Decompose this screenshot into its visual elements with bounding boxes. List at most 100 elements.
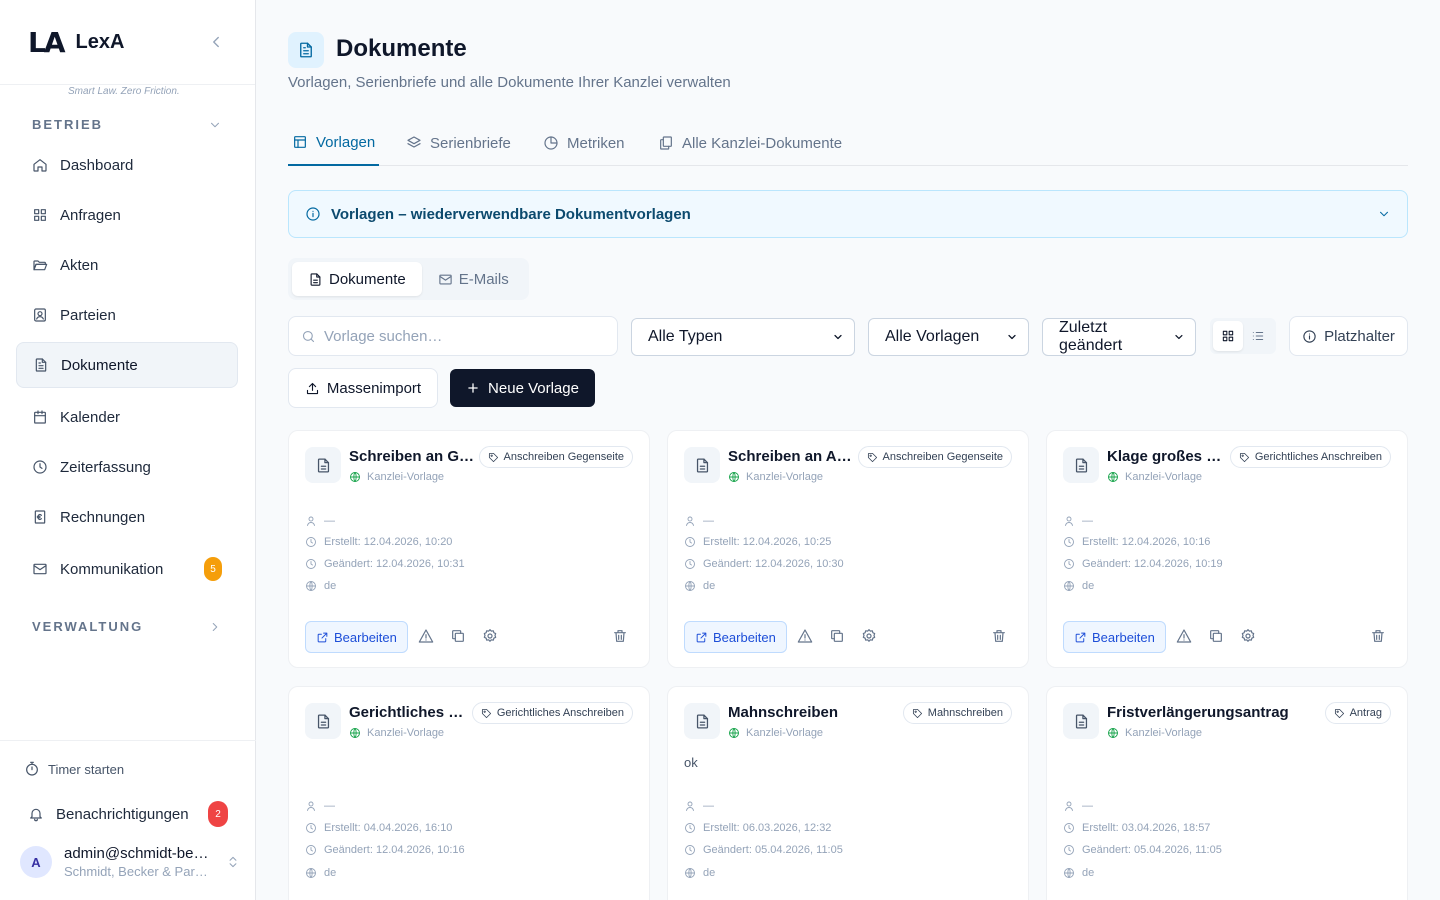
new-template-button[interactable]: Neue Vorlage <box>450 369 595 407</box>
search-input[interactable] <box>324 327 604 345</box>
tagline: Smart Law. Zero Friction. <box>68 86 180 97</box>
segment-dokumente[interactable]: Dokumente <box>292 262 422 296</box>
tab-alle-kanzlei-dokumente[interactable]: Alle Kanzlei-Dokumente <box>658 120 842 166</box>
section-betrieb[interactable]: BETRIEB <box>32 117 222 132</box>
placeholder-button[interactable]: Platzhalter <box>1289 316 1408 356</box>
warning-button[interactable] <box>797 628 815 646</box>
sidebar-item-kalender[interactable]: Kalender <box>16 394 238 440</box>
sidebar-item-dokumente[interactable]: Dokumente <box>16 342 238 388</box>
clock-icon <box>306 559 316 569</box>
file-text-icon <box>300 42 312 58</box>
settings-button[interactable] <box>1240 628 1258 646</box>
tag-icon <box>912 708 922 718</box>
timer-start-button[interactable]: Timer starten <box>24 761 124 777</box>
clock-icon <box>1064 537 1074 547</box>
globe-icon <box>729 472 739 482</box>
card-scope-label: Kanzlei-Vorlage <box>1125 727 1203 739</box>
clock-icon <box>1064 823 1074 833</box>
delete-button[interactable] <box>612 628 630 646</box>
template-card[interactable]: Schreiben an G… Anschreiben Gegenseite K… <box>288 430 650 668</box>
list-icon <box>1252 331 1264 341</box>
template-card[interactable]: Mahnschreiben Mahnschreiben Kanzlei-Vorl… <box>667 686 1029 900</box>
sort-select[interactable]: Zuletzt geändert <box>1042 318 1196 356</box>
file-text-icon <box>1075 713 1087 729</box>
delete-button[interactable] <box>991 628 1009 646</box>
user-icon <box>686 516 694 526</box>
card-title: Fristverlängerungsantrag <box>1107 704 1289 721</box>
card-changed: Geändert: 12.04.2026, 10:30 <box>684 558 844 570</box>
globe-icon <box>1064 581 1074 591</box>
template-card[interactable]: Gerichtliches … Gerichtliches Anschreibe… <box>288 686 650 900</box>
user-menu[interactable]: A admin@schmidt-becker.de Schmidt, Becke… <box>20 845 240 879</box>
clock-icon <box>685 537 695 547</box>
settings-button[interactable] <box>482 628 500 646</box>
tab-vorlagen[interactable]: Vorlagen <box>288 120 380 166</box>
warning-button[interactable] <box>1176 628 1194 646</box>
sidebar-item-label: Rechnungen <box>60 508 146 526</box>
edit-button[interactable]: Bearbeiten <box>305 621 408 653</box>
globe-icon <box>1108 472 1118 482</box>
sidebar-item-akten[interactable]: Akten <box>16 242 238 288</box>
template-card[interactable]: Schreiben an A… Anschreiben Gegenseite K… <box>667 430 1029 668</box>
grid-view-button[interactable] <box>1213 321 1243 351</box>
stopwatch-icon <box>26 761 38 776</box>
tab-metriken[interactable]: Metriken <box>543 120 625 166</box>
sidebar-item-rechnungen[interactable]: Rechnungen <box>16 494 238 540</box>
duplicate-button[interactable] <box>450 628 468 646</box>
timer-label: Timer starten <box>48 761 125 777</box>
warning-button[interactable] <box>418 628 436 646</box>
info-accordion[interactable]: Vorlagen – wiederverwendbare Dokumentvor… <box>288 190 1408 238</box>
sidebar-item-anfragen[interactable]: Anfragen <box>16 192 238 238</box>
duplicate-button[interactable] <box>1208 628 1226 646</box>
tab-serienbriefe[interactable]: Serienbriefe <box>406 120 511 166</box>
globe-icon <box>1108 728 1118 738</box>
card-created: Erstellt: 12.04.2026, 10:16 <box>1063 536 1210 548</box>
clock-icon <box>685 823 695 833</box>
user-icon <box>1065 516 1073 526</box>
section-verwaltung[interactable]: VERWALTUNG <box>32 619 222 634</box>
scope-select[interactable]: Alle Vorlagen <box>868 318 1029 356</box>
clock-icon <box>33 460 47 474</box>
sidebar-item-dashboard[interactable]: Dashboard <box>16 142 238 188</box>
card-created-label: Erstellt: 06.03.2026, 12:32 <box>703 822 832 834</box>
card-title: Klage großes … <box>1107 448 1222 465</box>
card-changed: Geändert: 05.04.2026, 11:05 <box>684 844 843 856</box>
category-tag-label: Gerichtliches Anschreiben <box>496 707 624 719</box>
sidebar-item-kommunikation[interactable]: Kommunikation 5 <box>16 546 238 592</box>
edit-button[interactable]: Bearbeiten <box>684 621 787 653</box>
card-changed: Geändert: 12.04.2026, 10:31 <box>305 558 465 570</box>
scope-select-value: Alle Vorlagen <box>885 328 980 345</box>
duplicate-button[interactable] <box>829 628 847 646</box>
delete-button[interactable] <box>1370 628 1388 646</box>
warning-icon <box>418 629 434 643</box>
card-language: de <box>1063 580 1094 592</box>
edit-button-label: Bearbeiten <box>334 629 397 645</box>
edit-button[interactable]: Bearbeiten <box>1063 621 1166 653</box>
list-view-button[interactable] <box>1243 321 1273 351</box>
tab-label: Metriken <box>567 134 625 152</box>
type-select[interactable]: Alle Typen <box>631 318 855 356</box>
mail-icon <box>33 563 47 575</box>
card-changed-label: Geändert: 12.04.2026, 10:31 <box>324 558 465 570</box>
avatar: A <box>20 846 52 878</box>
category-tag-label: Mahnschreiben <box>927 707 1003 719</box>
template-card[interactable]: Fristverlängerungsantrag Antrag Kanzlei-… <box>1046 686 1408 900</box>
sidebar-item-zeiterfassung[interactable]: Zeiterfassung <box>16 444 238 490</box>
category-tag-label: Gerichtliches Anschreiben <box>1254 451 1382 463</box>
segment-emails[interactable]: E-Mails <box>422 262 525 296</box>
search-field[interactable] <box>288 316 618 356</box>
notifications-button[interactable]: Benachrichtigungen 2 <box>28 801 228 827</box>
template-card[interactable]: Klage großes … Gerichtliches Anschreiben… <box>1046 430 1408 668</box>
sidebar-item-parteien[interactable]: Parteien <box>16 292 238 338</box>
card-author: — <box>684 800 714 812</box>
card-changed-label: Geändert: 12.04.2026, 10:19 <box>1082 558 1223 570</box>
settings-button[interactable] <box>861 628 879 646</box>
contact-icon <box>34 308 46 322</box>
pie-chart-icon <box>544 136 558 150</box>
category-tag: Mahnschreiben <box>902 702 1012 724</box>
bulk-import-button[interactable]: Massenimport <box>288 368 438 408</box>
card-description: ok <box>684 755 698 770</box>
card-scope-label: Kanzlei-Vorlage <box>367 471 445 483</box>
card-created: Erstellt: 03.04.2026, 18:57 <box>1063 822 1210 834</box>
collapse-sidebar-button[interactable] <box>207 33 225 51</box>
